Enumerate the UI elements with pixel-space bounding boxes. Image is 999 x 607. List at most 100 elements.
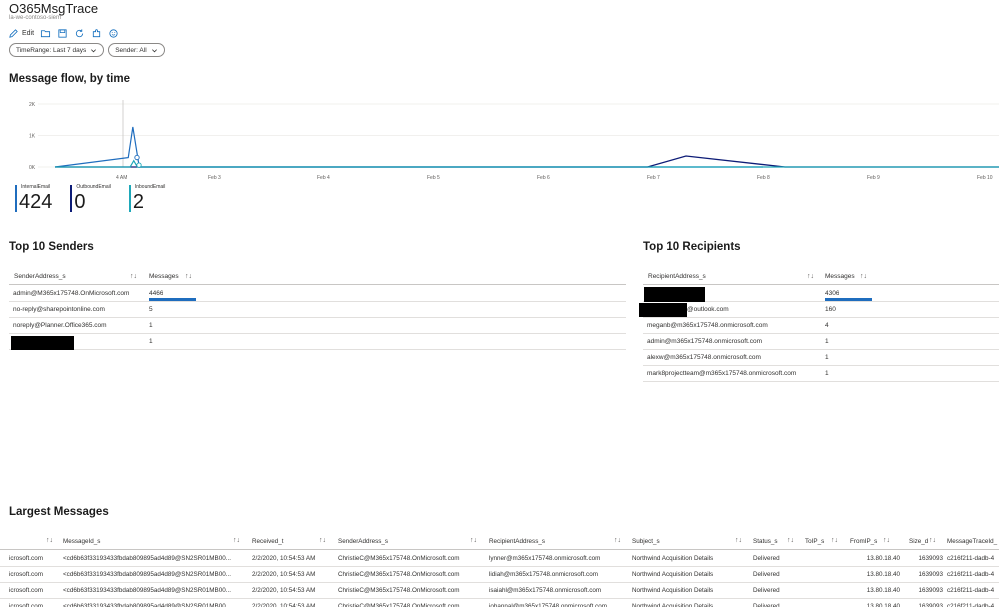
sender-address: noreply@Planner.Office365.com [13,322,107,329]
kpi-internal[interactable]: InternalEmail 424 [15,184,52,214]
chevron-down-icon [91,48,97,52]
sort-icon[interactable]: ↑↓ [929,537,936,544]
sort-icon[interactable]: ↑↓ [233,537,240,544]
series-line-OutboundEmail[interactable] [55,155,999,168]
feedback-button[interactable] [108,26,119,40]
sort-icon[interactable]: ↑↓ [860,273,867,280]
messages-col-header[interactable]: Messages [825,273,855,280]
col-header-sender[interactable]: SenderAddress_s [338,538,388,545]
sort-icon[interactable]: ↑↓ [831,537,838,544]
refresh-icon [75,28,84,37]
sort-icon[interactable]: ↑↓ [807,273,814,280]
kpi-inbound[interactable]: InboundEmail 2 [128,184,165,214]
received-time: 2/2/2020, 10:54:53 AM [252,571,316,578]
message-flow-title: Message flow, by time [9,73,130,85]
recipient-address: lidiah@m365x175748.onmicrosoft.com [489,571,598,578]
trace-id: c216f211-dadb-4 [947,603,995,607]
trace-id: c216f211-dadb-4 [947,587,995,594]
table-row[interactable]: icrosoft.com <cd6b63f33193433fbdab809895a… [0,567,999,583]
table-row[interactable]: no-reply@sharepointonline.com 5 [9,302,626,318]
col-header-tracid[interactable]: MessageTraceId_ [947,538,997,545]
kpi-internal-label: InternalEmail [21,184,51,190]
message-id: <cd6b63f33193433fbdab809895ad4d89@SN2SR0… [63,555,231,562]
largest-messages-title: Largest Messages [9,506,109,518]
kpi-inbound-value: 2 [132,191,144,213]
x-tick-label: Feb 5 [427,175,440,181]
message-size: 1639093 [918,555,943,562]
message-count: 4306 [825,290,840,297]
kpi-outbound-bar [70,185,73,212]
message-flow-chart[interactable]: 2K 1K 0K 4 AM Feb 3 Feb 4 Feb 5 Feb 6 Feb 7 Feb 8… [0,96,999,186]
workbook-title: O365MsgTrace [9,1,99,16]
toolbar: Edit [8,26,119,40]
col-header-received[interactable]: Received_t [252,538,284,545]
sort-icon[interactable]: ↑↓ [470,537,477,544]
top-recipients-title: Top 10 Recipients [643,241,741,253]
kpi-row: InternalEmail 424 OutboundEmail 0 Inboun… [15,184,165,214]
table-header-row: ↑↓ MessageId_s ↑↓ Received_t ↑↓ SenderAd… [0,534,999,550]
table-row[interactable]: icrosoft.com <cd6b63f33193433fbdab809895a… [0,583,999,599]
sort-icon[interactable]: ↑↓ [883,537,890,544]
refresh-button[interactable] [74,26,85,40]
x-tick-label: Feb 4 [317,175,330,181]
sender-address: ChristieC@M365x175748.OnMicrosoft.com [338,603,460,607]
table-row[interactable]: 4306 [643,286,999,302]
sort-icon[interactable]: ↑↓ [735,537,742,544]
y-tick-label: 1K [29,134,36,140]
sort-icon[interactable]: ↑↓ [319,537,326,544]
sender-dropdown[interactable]: Sender: All [108,43,165,57]
open-button[interactable] [40,26,51,40]
save-icon [58,28,67,38]
message-count: 5 [149,306,153,313]
sort-icon[interactable]: ↑↓ [46,537,53,544]
col-header-status[interactable]: Status_s [753,538,778,545]
table-row[interactable]: noreply@Planner.Office365.com 1 [9,318,626,334]
time-range-dropdown[interactable]: TimeRange: Last 7 days [9,43,105,57]
hover-point[interactable] [134,154,140,161]
sort-icon[interactable]: ↑↓ [130,273,137,280]
x-tick-label: Feb 8 [757,175,770,181]
table-row[interactable]: icrosoft.com <cd6b63f33193433fbdab809895a… [0,551,999,567]
sort-icon[interactable]: ↑↓ [185,273,192,280]
save-button[interactable] [57,26,68,40]
col-header-size[interactable]: Size_d [909,538,928,545]
sort-icon[interactable]: ↑↓ [787,537,794,544]
message-size: 1639093 [918,571,943,578]
message-count: 4 [825,322,829,329]
table-row[interactable]: mark8projectteam@m365x175748.onmicrosoft… [643,366,999,382]
message-count: 1 [149,322,153,329]
status: Delivered [753,555,780,562]
edit-button[interactable]: Edit [8,26,34,40]
customize-button[interactable] [91,26,102,40]
recipient-address: meganb@m365x175748.onmicrosoft.com [647,322,768,329]
recipient-col-header[interactable]: RecipientAddress_s [648,273,706,280]
table-row[interactable]: icrosoft.com <cd6b63f33193433fbdab809895a… [0,599,999,607]
table-row[interactable]: @outlook.com 160 [639,302,999,318]
table-row[interactable]: admin@m365x175748.onmicrosoft.com 1 [643,334,999,350]
col-header-recipient[interactable]: RecipientAddress_s [489,538,545,545]
received-time: 2/2/2020, 10:54:53 AM [252,555,316,562]
table-row[interactable]: 1 [9,334,626,350]
hover-point[interactable] [136,162,142,168]
table-row[interactable]: alexw@m365x175748.onmicrosoft.com 1 [643,350,999,366]
x-tick-label: Feb 3 [208,175,221,181]
x-tick-label: 4 AM [116,175,127,181]
col-header-toip[interactable]: ToIP_s [805,538,824,545]
time-range-label: TimeRange: Last 7 days [16,46,87,54]
table-row[interactable]: meganb@m365x175748.onmicrosoft.com 4 [643,318,999,334]
sender-col-header[interactable]: SenderAddress_s [14,273,66,280]
messages-col-header[interactable]: Messages [149,273,179,280]
status: Delivered [753,587,780,594]
table-row[interactable]: admin@M365x175748.OnMicrosoft.com 4466 [9,286,626,302]
col-header-subject[interactable]: Subject_s [632,538,660,545]
message-count: 1 [825,338,829,345]
series-line-InboundEmail[interactable] [55,159,999,168]
col-header-messageid[interactable]: MessageId_s [63,538,100,545]
series-line-InternalEmail[interactable] [54,126,763,168]
sort-icon[interactable]: ↑↓ [614,537,621,544]
message-count: 1 [825,354,829,361]
top-senders-table: SenderAddress_s ↑↓ Messages ↑↓ admin@M36… [9,269,626,359]
kpi-outbound[interactable]: OutboundEmail 0 [70,184,111,214]
top-recipients-table: RecipientAddress_s ↑↓ Messages ↑↓ 4306 @… [639,269,999,389]
col-header-fromip[interactable]: FromIP_s [850,538,877,545]
